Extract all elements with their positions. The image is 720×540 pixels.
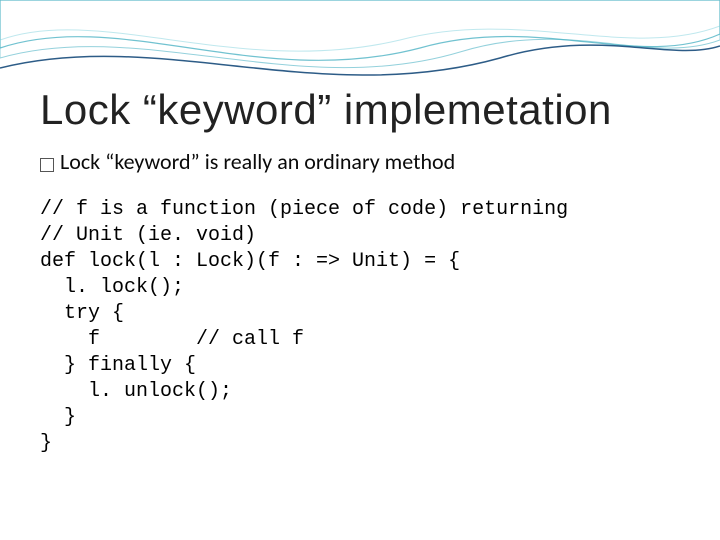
- slide-subtitle: Lock “keyword” is really an ordinary met…: [60, 148, 455, 175]
- code-block: // f is a function (piece of code) retur…: [40, 197, 680, 457]
- square-bullet-icon: [40, 158, 54, 172]
- bullet-row: Lock “keyword” is really an ordinary met…: [40, 148, 680, 175]
- slide-title: Lock “keyword” implemetation: [40, 86, 680, 134]
- slide-content: Lock “keyword” implemetation Lock “keywo…: [0, 0, 720, 457]
